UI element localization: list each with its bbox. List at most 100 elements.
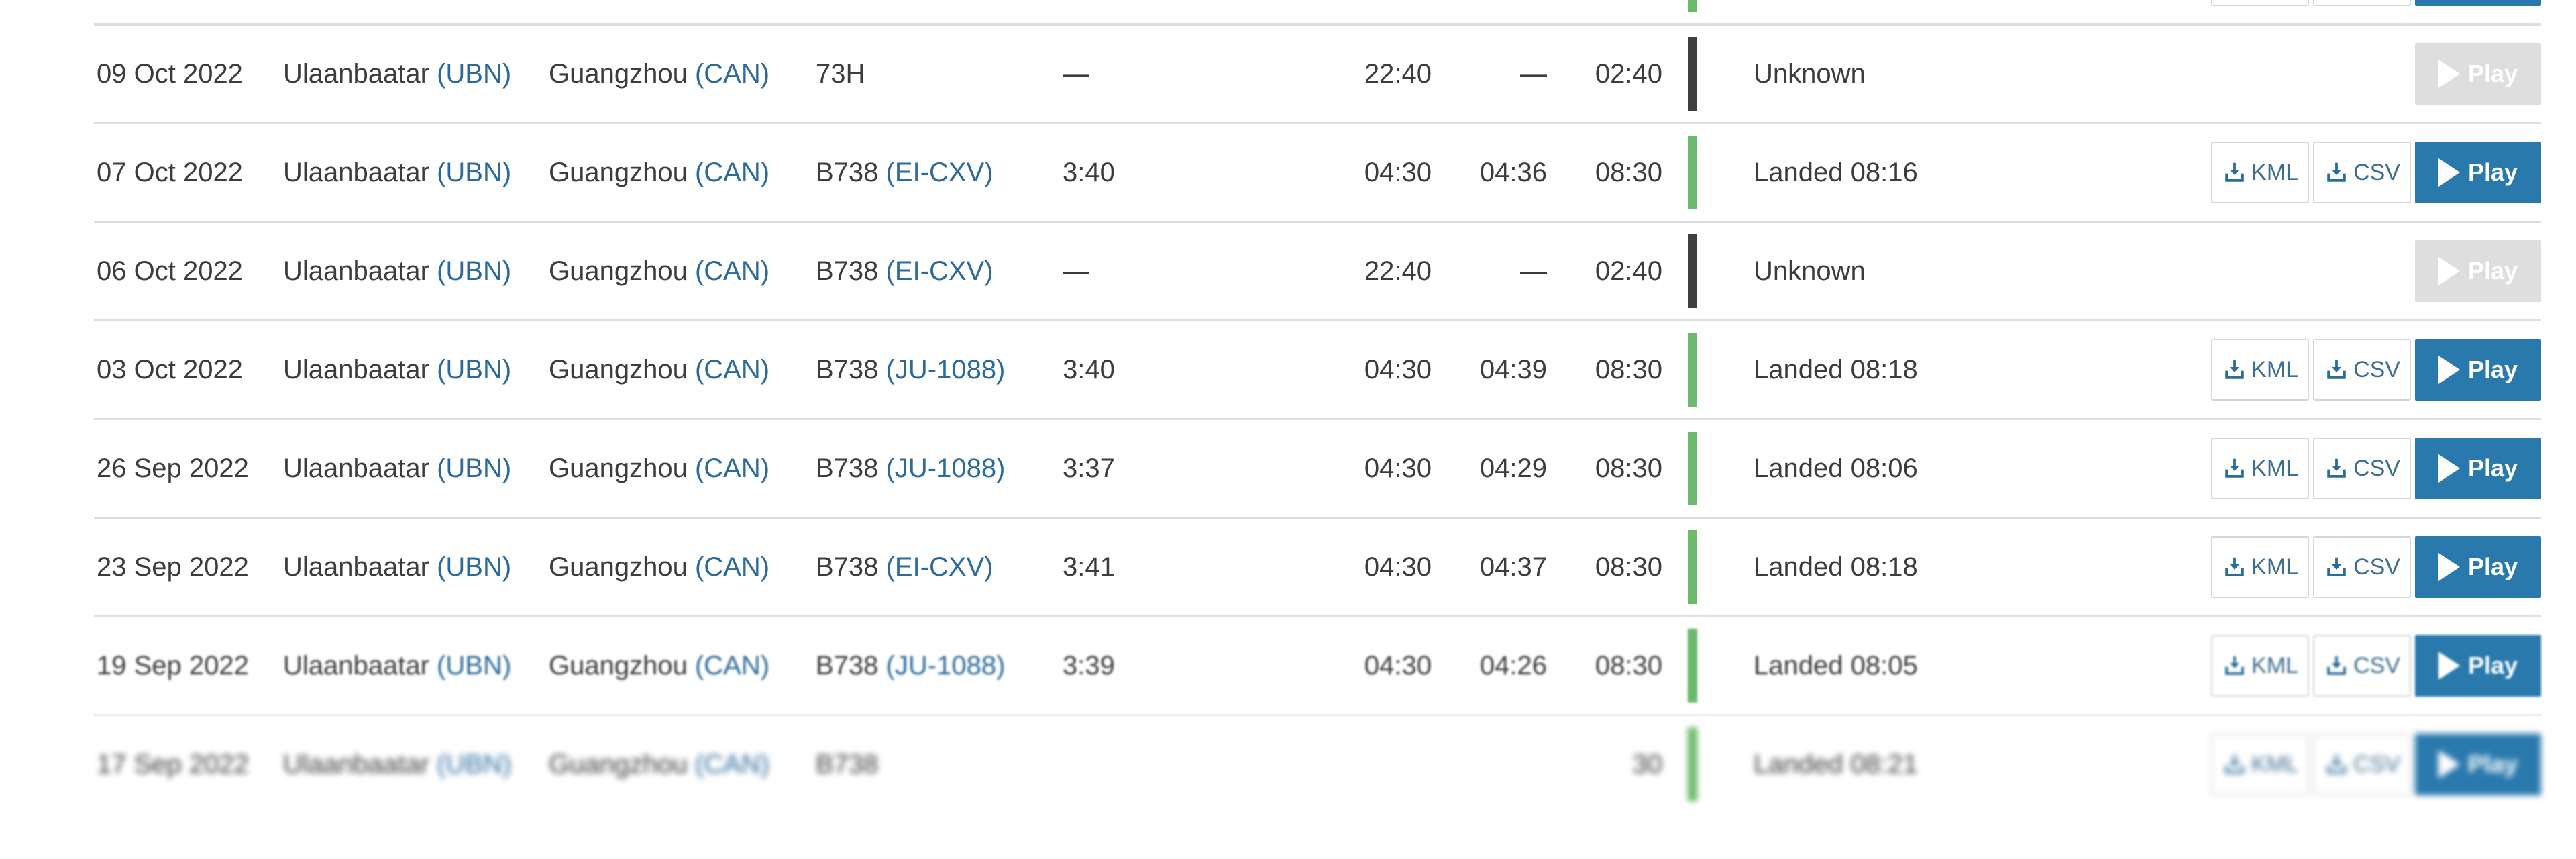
cell-aircraft[interactable]: B38M (EI-MNG) (796, 0, 1044, 25)
play-button[interactable]: Play (2415, 339, 2541, 401)
cell-destination[interactable]: Guangzhou (CAN) (529, 221, 796, 321)
destination-city: Guangzhou (549, 157, 688, 187)
cell-origin[interactable]: Ulaanbaatar (UBN) (263, 221, 529, 321)
play-button[interactable]: Play (2415, 536, 2541, 598)
cell-aircraft[interactable]: B738 (JU-1088) (796, 615, 1044, 715)
table-row[interactable]: 17 Sep 2022 Ulaanbaatar (UBN) Guangzhou (C… (94, 714, 2541, 813)
destination-code[interactable]: (CAN) (695, 256, 769, 286)
cell-aircraft[interactable]: B738 (JU-1088) (796, 319, 1044, 419)
cell-destination[interactable]: Guangzhou (CAN) (529, 517, 796, 617)
play-button[interactable]: Play (2415, 438, 2541, 499)
origin-code[interactable]: (UBN) (437, 355, 511, 385)
cell-duration: 3:38 (1044, 0, 1264, 25)
origin-code[interactable]: (UBN) (437, 256, 511, 286)
cell-destination[interactable]: Guangzhou (CAN) (529, 418, 796, 518)
cell-destination[interactable]: Guangzhou (CAN) (529, 23, 796, 123)
origin-code[interactable]: (UBN) (437, 750, 511, 779)
cell-date: 06 Oct 2022 (94, 221, 263, 321)
download-csv-button[interactable]: CSV (2313, 438, 2411, 499)
destination-code[interactable]: (CAN) (695, 552, 769, 582)
table-row[interactable]: 26 Sep 2022 Ulaanbaatar (UBN) Guangzhou (C… (94, 418, 2541, 518)
download-csv-button[interactable]: CSV (2313, 536, 2411, 598)
destination-code[interactable]: (CAN) (695, 355, 769, 385)
download-kml-button[interactable]: KML (2211, 635, 2310, 697)
download-csv-button[interactable]: CSV (2313, 0, 2411, 6)
download-kml-button[interactable]: KML (2211, 142, 2310, 203)
cell-date: 09 Oct 2022 (94, 23, 263, 123)
origin-code[interactable]: (UBN) (437, 651, 511, 680)
cell-date: 17 Sep 2022 (94, 714, 263, 813)
download-kml-button[interactable]: KML (2211, 536, 2310, 598)
destination-code[interactable]: (CAN) (695, 59, 769, 89)
cell-aircraft[interactable]: B738 (EI-CXV) (796, 221, 1044, 321)
download-kml-button[interactable]: KML (2211, 0, 2310, 6)
play-triangle-icon (2438, 652, 2460, 680)
cell-origin[interactable]: Ulaanbaatar (UBN) (263, 418, 529, 518)
cell-actions: KML CSV Play (2165, 319, 2541, 419)
cell-destination[interactable]: Guangzhou (CAN) (529, 122, 796, 222)
destination-code[interactable]: (CAN) (695, 158, 769, 187)
origin-code[interactable]: (UBN) (437, 158, 511, 187)
play-label: Play (2467, 750, 2518, 778)
aircraft-registration[interactable]: (JU-1088) (886, 454, 1006, 483)
cell-duration: 3:39 (1044, 615, 1264, 715)
cell-duration (1044, 714, 1264, 813)
origin-city: Ulaanbaatar (283, 650, 429, 680)
cell-destination[interactable]: Guangzhou (CAN) (529, 615, 796, 715)
cell-origin[interactable]: Ulaanbaatar (UBN) (263, 122, 529, 222)
destination-code[interactable]: (CAN) (695, 651, 769, 680)
aircraft-registration[interactable]: (JU-1088) (886, 651, 1006, 680)
status-label: Landed 08:05 (1754, 650, 1918, 680)
play-button[interactable]: Play (2415, 734, 2541, 795)
cell-destination[interactable]: Guangzhou (CAN) (529, 0, 796, 25)
cell-duration: 3:40 (1044, 319, 1264, 419)
aircraft-registration[interactable]: (JU-1088) (886, 355, 1006, 385)
play-label: Play (2467, 60, 2518, 87)
play-button[interactable]: Play (2415, 142, 2541, 203)
table-row[interactable]: 06 Oct 2022 Ulaanbaatar (UBN) Guangzhou (C… (94, 221, 2541, 321)
cell-origin[interactable]: Ulaanbaatar (UBN) (263, 714, 529, 813)
cell-destination[interactable]: Guangzhou (CAN) (529, 319, 796, 419)
aircraft-type: B738 (816, 749, 879, 779)
table-row[interactable]: 10 Oct 2022Ulaanbaatar (UBN)Guangzhou (C… (94, 0, 2541, 25)
download-kml-button[interactable]: KML (2211, 339, 2310, 401)
cell-origin[interactable]: Ulaanbaatar (UBN) (263, 23, 529, 123)
table-row[interactable]: 23 Sep 2022 Ulaanbaatar (UBN) Guangzhou (C… (94, 517, 2541, 617)
cell-aircraft[interactable]: B738 (EI-CXV) (796, 517, 1044, 617)
cell-atd: 04:36 (1432, 122, 1547, 222)
destination-code[interactable]: (CAN) (695, 454, 769, 483)
origin-code[interactable]: (UBN) (437, 552, 511, 582)
cell-date: 07 Oct 2022 (94, 122, 263, 222)
table-row[interactable]: 19 Sep 2022 Ulaanbaatar (UBN) Guangzhou (C… (94, 615, 2541, 715)
download-csv-button[interactable]: CSV (2313, 142, 2411, 203)
cell-origin[interactable]: Ulaanbaatar (UBN) (263, 0, 529, 25)
aircraft-type: B738 (816, 453, 879, 483)
table-row[interactable]: 03 Oct 2022 Ulaanbaatar (UBN) Guangzhou (C… (94, 319, 2541, 419)
cell-origin[interactable]: Ulaanbaatar (UBN) (263, 319, 529, 419)
table-row[interactable]: 07 Oct 2022 Ulaanbaatar (UBN) Guangzhou (C… (94, 122, 2541, 222)
cell-destination[interactable]: Guangzhou (CAN) (529, 714, 796, 813)
download-icon (2222, 554, 2247, 580)
cell-aircraft[interactable]: B738 (EI-CXV) (796, 122, 1044, 222)
cell-origin[interactable]: Ulaanbaatar (UBN) (263, 517, 529, 617)
cell-aircraft[interactable]: 73H (796, 23, 1044, 123)
origin-code[interactable]: (UBN) (437, 454, 511, 483)
play-button[interactable]: Play (2415, 0, 2541, 6)
cell-origin[interactable]: Ulaanbaatar (UBN) (263, 615, 529, 715)
cell-status: Landed 08:18 (1723, 517, 2165, 617)
aircraft-registration[interactable]: (EI-CXV) (886, 158, 994, 187)
download-kml-button[interactable]: KML (2211, 438, 2310, 499)
aircraft-registration[interactable]: (EI-CXV) (886, 256, 994, 286)
download-csv-button[interactable]: CSV (2313, 339, 2411, 401)
destination-code[interactable]: (CAN) (695, 750, 769, 779)
destination-city: Guangzhou (549, 552, 688, 582)
download-kml-button[interactable]: KML (2211, 734, 2310, 795)
table-row[interactable]: 09 Oct 2022 Ulaanbaatar (UBN) Guangzhou (C… (94, 23, 2541, 123)
aircraft-registration[interactable]: (EI-CXV) (886, 552, 994, 582)
origin-code[interactable]: (UBN) (437, 59, 511, 89)
play-button[interactable]: Play (2415, 635, 2541, 697)
download-csv-button[interactable]: CSV (2313, 635, 2411, 697)
download-csv-button[interactable]: CSV (2313, 734, 2411, 795)
cell-aircraft[interactable]: B738 (JU-1088) (796, 418, 1044, 518)
cell-aircraft[interactable]: B738 (796, 714, 1044, 813)
